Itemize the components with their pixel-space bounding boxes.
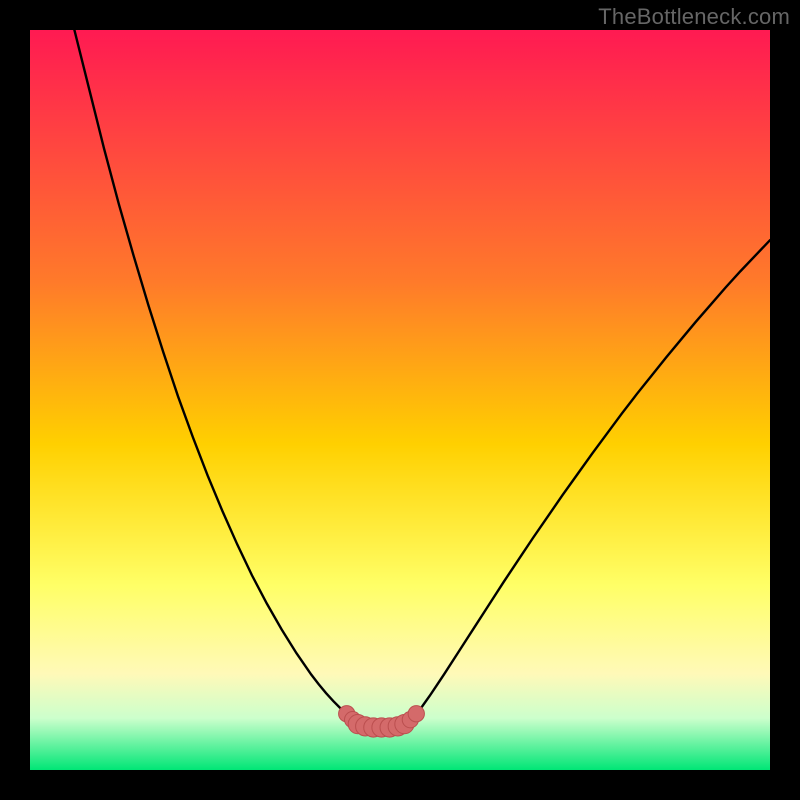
bottleneck-curve-chart [30, 30, 770, 770]
chart-frame: TheBottleneck.com [0, 0, 800, 800]
watermark-text: TheBottleneck.com [598, 4, 790, 30]
plot-area [30, 30, 770, 770]
gradient-background [30, 30, 770, 770]
trough-marker [408, 706, 424, 722]
